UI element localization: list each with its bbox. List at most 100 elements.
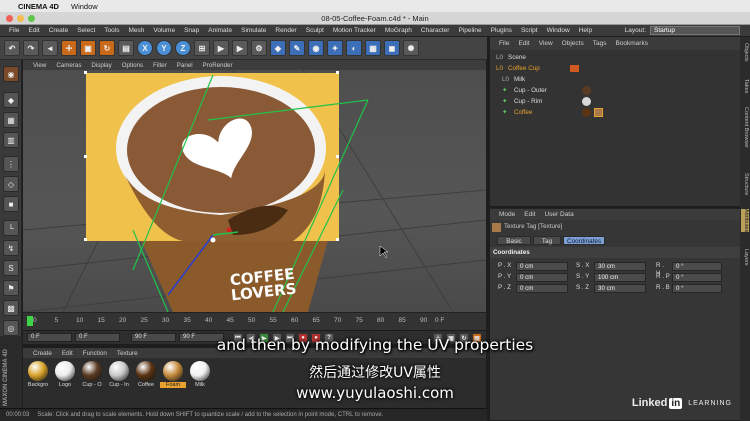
coordinate-value-field[interactable]: 0 ° (672, 273, 722, 282)
menu-help[interactable]: Help (579, 27, 592, 34)
menu-snap[interactable]: Snap (184, 27, 199, 34)
rotate-tool-icon[interactable]: ↻ (99, 40, 115, 56)
menu-plugins[interactable]: Plugins (491, 27, 512, 34)
obj-menu-objects[interactable]: Objects (562, 40, 584, 47)
menu-motion-tracker[interactable]: Motion Tracker (333, 27, 376, 34)
camera-icon[interactable]: ◼ (384, 40, 400, 56)
timeline-ruler[interactable]: 0 5 10 15 20 25 30 35 40 45 50 55 60 65 70 75 80 85 90 0 F (23, 312, 486, 330)
snap-icon[interactable]: S (3, 260, 19, 276)
vp-menu-cameras[interactable]: Cameras (56, 62, 81, 69)
object-name[interactable]: Coffee (514, 107, 532, 118)
dock-tab-objects[interactable]: Objects (741, 43, 749, 62)
edges-mode-icon[interactable]: ◇ (3, 176, 19, 192)
menu-app-name[interactable]: CINEMA 4D (18, 2, 59, 11)
coordinate-value-field[interactable]: 30 cm (594, 284, 646, 293)
undo-button[interactable]: ↶ (4, 40, 20, 56)
obj-menu-file[interactable]: File (499, 40, 509, 47)
menu-file[interactable]: File (9, 27, 19, 34)
object-name[interactable]: Cup - Outer (514, 85, 547, 96)
object-row-milk[interactable]: L0 Milk (490, 74, 740, 85)
material-tag-icon[interactable] (582, 86, 591, 95)
polygons-mode-icon[interactable]: ■ (3, 196, 19, 212)
x-axis-knob[interactable] (226, 227, 232, 233)
object-name[interactable]: Milk (514, 74, 525, 85)
subdivision-icon[interactable]: ◉ (308, 40, 324, 56)
y-axis-button[interactable]: Y (156, 40, 172, 56)
scale-tool-icon[interactable]: ▣ (80, 40, 96, 56)
menu-simulate[interactable]: Simulate (241, 27, 266, 34)
menu-render[interactable]: Render (275, 27, 296, 34)
layout-dropdown[interactable]: Startup (650, 26, 740, 35)
recent-tools-icon[interactable]: ▤ (118, 40, 134, 56)
material-tag-icon[interactable] (582, 108, 591, 117)
object-name[interactable]: Cup - Rim (514, 96, 542, 107)
coordinate-value-field[interactable]: 0 cm (516, 284, 568, 293)
dock-tab-content-browser[interactable]: Content Browser (741, 107, 749, 148)
menu-animate[interactable]: Animate (208, 27, 232, 34)
vp-menu-view[interactable]: View (33, 62, 46, 69)
texture-mode-icon[interactable]: ▦ (3, 112, 19, 128)
coordinate-value-field[interactable]: 0 ° (672, 284, 722, 293)
tab-coordinates[interactable]: Coordinates (563, 236, 605, 245)
tag-icon[interactable] (570, 65, 579, 72)
attr-menu-edit[interactable]: Edit (524, 211, 535, 218)
x-axis-button[interactable]: X (137, 40, 153, 56)
object-name[interactable]: Coffee Cup (508, 63, 540, 74)
vp-menu-filter[interactable]: Filter (153, 62, 167, 69)
menu-mesh[interactable]: Mesh (128, 27, 144, 34)
z-axis-button[interactable]: Z (175, 40, 191, 56)
dock-tab-structure[interactable]: Structure (741, 173, 749, 195)
tweak-icon[interactable]: ↯ (3, 240, 19, 256)
coordinate-value-field[interactable]: 0 ° (672, 262, 722, 271)
axis-origin[interactable] (210, 237, 216, 243)
attr-menu-mode[interactable]: Mode (499, 211, 515, 218)
menu-edit[interactable]: Edit (28, 27, 39, 34)
object-row-scene[interactable]: L0 Scene (490, 52, 740, 63)
cube-icon[interactable]: ◆ (270, 40, 286, 56)
coordinate-value-field[interactable]: 0 cm (516, 262, 568, 271)
live-selection-icon[interactable]: ◄ (42, 40, 58, 56)
light-icon[interactable]: ✺ (403, 40, 419, 56)
move-tool-icon[interactable]: ✛ (61, 40, 77, 56)
object-row-coffee[interactable]: ✦ Coffee (490, 107, 740, 118)
dock-tab-takes[interactable]: Takes (741, 79, 749, 93)
menu-window[interactable]: Window (71, 2, 98, 11)
object-row-coffee-cup[interactable]: L0 Coffee Cup (490, 63, 740, 74)
render-view-icon[interactable]: ▶ (213, 40, 229, 56)
menu-mograph[interactable]: MoGraph (385, 27, 412, 34)
menu-sculpt[interactable]: Sculpt (306, 27, 324, 34)
redo-button[interactable]: ↷ (23, 40, 39, 56)
texture-tag-icon[interactable] (594, 108, 603, 117)
render-settings-icon[interactable]: ⚙ (251, 40, 267, 56)
menu-select[interactable]: Select (77, 27, 95, 34)
attr-menu-user-data[interactable]: User Data (544, 211, 573, 218)
pen-spline-icon[interactable]: ✎ (289, 40, 305, 56)
vp-menu-display[interactable]: Display (91, 62, 111, 69)
dock-tab-attributes[interactable]: Attributes (741, 209, 749, 233)
tab-basic[interactable]: Basic (497, 236, 531, 245)
menu-tools[interactable]: Tools (104, 27, 119, 34)
tab-tag[interactable]: Tag (533, 236, 561, 245)
obj-menu-view[interactable]: View (539, 40, 553, 47)
menu-pipeline[interactable]: Pipeline (458, 27, 481, 34)
points-mode-icon[interactable]: ⋮ (3, 156, 19, 172)
3d-viewport[interactable]: COFFEE LOVERS (23, 70, 486, 312)
vp-menu-options[interactable]: Options (122, 62, 143, 69)
solo-icon[interactable]: ◎ (3, 320, 19, 336)
obj-menu-bookmarks[interactable]: Bookmarks (615, 40, 648, 47)
coordinate-system-icon[interactable]: ⊞ (194, 40, 210, 56)
deformer-icon[interactable]: ◐ (346, 40, 362, 56)
workplane-icon[interactable]: ▥ (3, 132, 19, 148)
grid-icon[interactable]: ▩ (3, 300, 19, 316)
floor-icon[interactable]: ▦ (365, 40, 381, 56)
vp-menu-panel[interactable]: Panel (177, 62, 193, 69)
dock-tab-layers[interactable]: Layers (741, 249, 749, 266)
coordinate-value-field[interactable]: 100 cm (594, 273, 646, 282)
menu-create[interactable]: Create (49, 27, 69, 34)
coordinate-value-field[interactable]: 0 cm (516, 273, 568, 282)
array-icon[interactable]: ✦ (327, 40, 343, 56)
menu-volume[interactable]: Volume (153, 27, 175, 34)
vp-menu-prorender[interactable]: ProRender (203, 62, 233, 69)
menu-character[interactable]: Character (421, 27, 450, 34)
object-name[interactable]: Scene (508, 52, 526, 63)
